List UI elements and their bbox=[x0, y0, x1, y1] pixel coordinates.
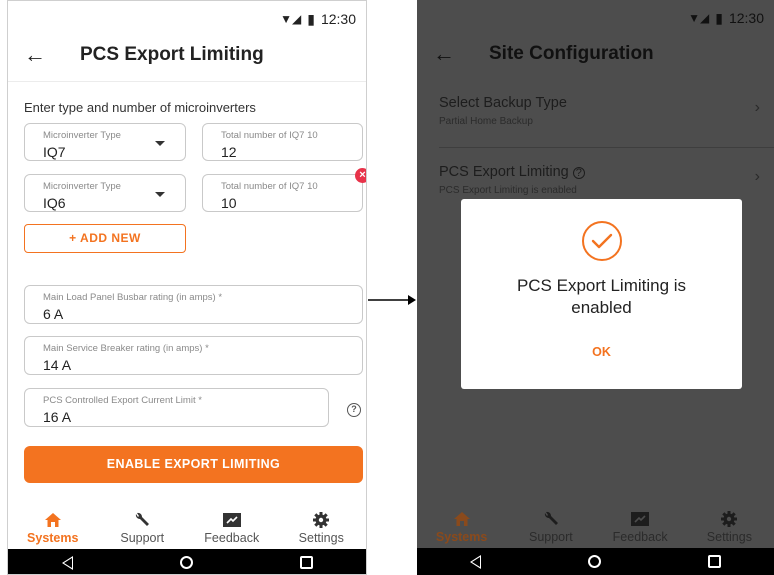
tab-support[interactable]: Support bbox=[98, 501, 188, 549]
tab-systems[interactable]: Systems bbox=[417, 500, 506, 548]
home-icon bbox=[8, 509, 98, 531]
tab-label: Systems bbox=[435, 530, 488, 544]
tab-label: Settings bbox=[706, 530, 752, 544]
pcs-export-limiting-screen: ▼◢ ▮ 12:30 ← PCS Export Limiting Enter t… bbox=[7, 0, 367, 575]
section-label: Enter type and number of microinverters bbox=[24, 100, 256, 115]
microinverter-type-select-2[interactable]: Microinverter Type IQ6 bbox=[24, 174, 186, 212]
list-item-title-text: PCS Export Limiting bbox=[439, 164, 569, 180]
wrench-icon bbox=[506, 508, 595, 530]
gear-icon bbox=[277, 509, 367, 531]
feedback-icon bbox=[596, 508, 685, 530]
system-back-icon[interactable] bbox=[470, 554, 482, 569]
total-count-input-1[interactable]: Total number of IQ7 10 12 bbox=[202, 123, 363, 161]
back-arrow-icon[interactable]: ← bbox=[433, 41, 473, 67]
microinverter-type-select-1[interactable]: Microinverter Type IQ7 bbox=[24, 123, 186, 161]
enable-export-limiting-button[interactable]: ENABLE EXPORT LIMITING bbox=[24, 446, 363, 483]
divider bbox=[439, 147, 774, 148]
field-value: 16 A bbox=[43, 409, 72, 425]
tab-feedback[interactable]: Feedback bbox=[187, 501, 277, 549]
tab-label: Support bbox=[120, 531, 165, 545]
gear-icon bbox=[685, 508, 774, 530]
feedback-icon bbox=[187, 509, 277, 531]
divider bbox=[8, 81, 366, 82]
system-back-icon[interactable] bbox=[61, 555, 73, 570]
remove-row-icon[interactable]: × bbox=[355, 168, 366, 183]
field-value: 6 A bbox=[43, 306, 64, 322]
field-label: Microinverter Type bbox=[43, 181, 121, 192]
system-nav-bar bbox=[8, 549, 366, 574]
page-title: Site Configuration bbox=[489, 43, 654, 64]
ok-button[interactable]: OK bbox=[461, 345, 742, 359]
list-item-backup-type[interactable]: Select Backup Type Partial Home Backup › bbox=[417, 95, 774, 127]
success-dialog: PCS Export Limiting is enabled OK bbox=[461, 199, 742, 389]
breaker-rating-input[interactable]: Main Service Breaker rating (in amps) * … bbox=[24, 336, 363, 375]
app-bar: ← Site Configuration bbox=[417, 36, 774, 72]
flow-arrow-icon bbox=[368, 295, 416, 305]
list-item-title: Select Backup Type bbox=[439, 95, 567, 111]
list-item-title: PCS Export Limiting ? bbox=[439, 164, 774, 180]
help-icon[interactable]: ? bbox=[572, 167, 585, 179]
back-arrow-icon[interactable]: ← bbox=[24, 42, 64, 68]
battery-icon: ▮ bbox=[715, 9, 723, 26]
clock: 12:30 bbox=[728, 10, 764, 26]
field-value: 14 A bbox=[43, 357, 72, 373]
wrench-icon bbox=[98, 509, 188, 531]
list-item-subtitle: Partial Home Backup bbox=[439, 116, 533, 127]
dialog-message: PCS Export Limiting is enabled bbox=[516, 276, 687, 317]
tab-systems[interactable]: Systems bbox=[8, 501, 98, 549]
field-label: Microinverter Type bbox=[43, 130, 121, 141]
site-configuration-screen: ▼◢ ▮ 12:30 ← Site Configuration Select B… bbox=[417, 0, 774, 575]
field-label: Total number of IQ7 10 bbox=[221, 181, 318, 192]
field-value: 10 bbox=[221, 195, 237, 211]
status-bar: ▼◢ ▮ 12:30 bbox=[8, 1, 366, 37]
help-icon[interactable]: ? bbox=[347, 403, 361, 417]
field-label: Main Load Panel Busbar rating (in amps) … bbox=[43, 292, 223, 303]
tab-label: Feedback bbox=[204, 531, 260, 545]
export-current-limit-input[interactable]: PCS Controlled Export Current Limit * 16… bbox=[24, 388, 329, 427]
check-circle-icon bbox=[581, 221, 622, 261]
tab-label: Systems bbox=[27, 531, 79, 545]
total-count-input-2[interactable]: Total number of IQ7 10 10 bbox=[202, 174, 363, 212]
tab-label: Support bbox=[528, 530, 573, 544]
field-value: IQ7 bbox=[43, 144, 66, 160]
chevron-right-icon: › bbox=[754, 99, 760, 116]
field-label: PCS Controlled Export Current Limit * bbox=[43, 395, 202, 406]
page-title: PCS Export Limiting bbox=[80, 44, 264, 65]
system-home-icon[interactable] bbox=[587, 555, 601, 568]
field-label: Main Service Breaker rating (in amps) * bbox=[43, 343, 209, 354]
system-home-icon[interactable] bbox=[179, 556, 193, 569]
field-value: IQ6 bbox=[43, 195, 66, 211]
field-value: 12 bbox=[221, 144, 237, 160]
wifi-signal-icon: ▼◢ bbox=[280, 12, 302, 26]
app-bar: ← PCS Export Limiting bbox=[8, 37, 366, 73]
system-recents-icon[interactable] bbox=[707, 555, 721, 568]
battery-icon: ▮ bbox=[307, 10, 315, 27]
bottom-nav: Systems Support Feedback Settings bbox=[8, 501, 366, 549]
system-nav-bar bbox=[417, 548, 774, 575]
tab-label: Feedback bbox=[612, 530, 668, 544]
status-bar: ▼◢ ▮ 12:30 bbox=[417, 0, 774, 36]
add-new-button[interactable]: + ADD NEW bbox=[24, 224, 186, 253]
dropdown-caret-icon bbox=[155, 141, 165, 146]
clock: 12:30 bbox=[320, 11, 356, 27]
field-label: Total number of IQ7 10 bbox=[221, 130, 318, 141]
home-icon bbox=[417, 508, 506, 530]
system-recents-icon[interactable] bbox=[299, 556, 313, 569]
tab-feedback[interactable]: Feedback bbox=[596, 500, 685, 548]
bottom-nav: Systems Support Feedback Settings bbox=[417, 500, 774, 548]
tab-support[interactable]: Support bbox=[506, 500, 595, 548]
busbar-rating-input[interactable]: Main Load Panel Busbar rating (in amps) … bbox=[24, 285, 363, 324]
wifi-signal-icon: ▼◢ bbox=[688, 11, 710, 25]
tab-label: Settings bbox=[298, 531, 344, 545]
dropdown-caret-icon bbox=[155, 192, 165, 197]
list-item-pcs-export-limiting[interactable]: PCS Export Limiting ? PCS Export Limitin… bbox=[417, 164, 774, 196]
chevron-right-icon: › bbox=[754, 168, 760, 185]
list-item-subtitle: PCS Export Limiting is enabled bbox=[439, 185, 577, 196]
tab-settings[interactable]: Settings bbox=[685, 500, 774, 548]
tab-settings[interactable]: Settings bbox=[277, 501, 367, 549]
